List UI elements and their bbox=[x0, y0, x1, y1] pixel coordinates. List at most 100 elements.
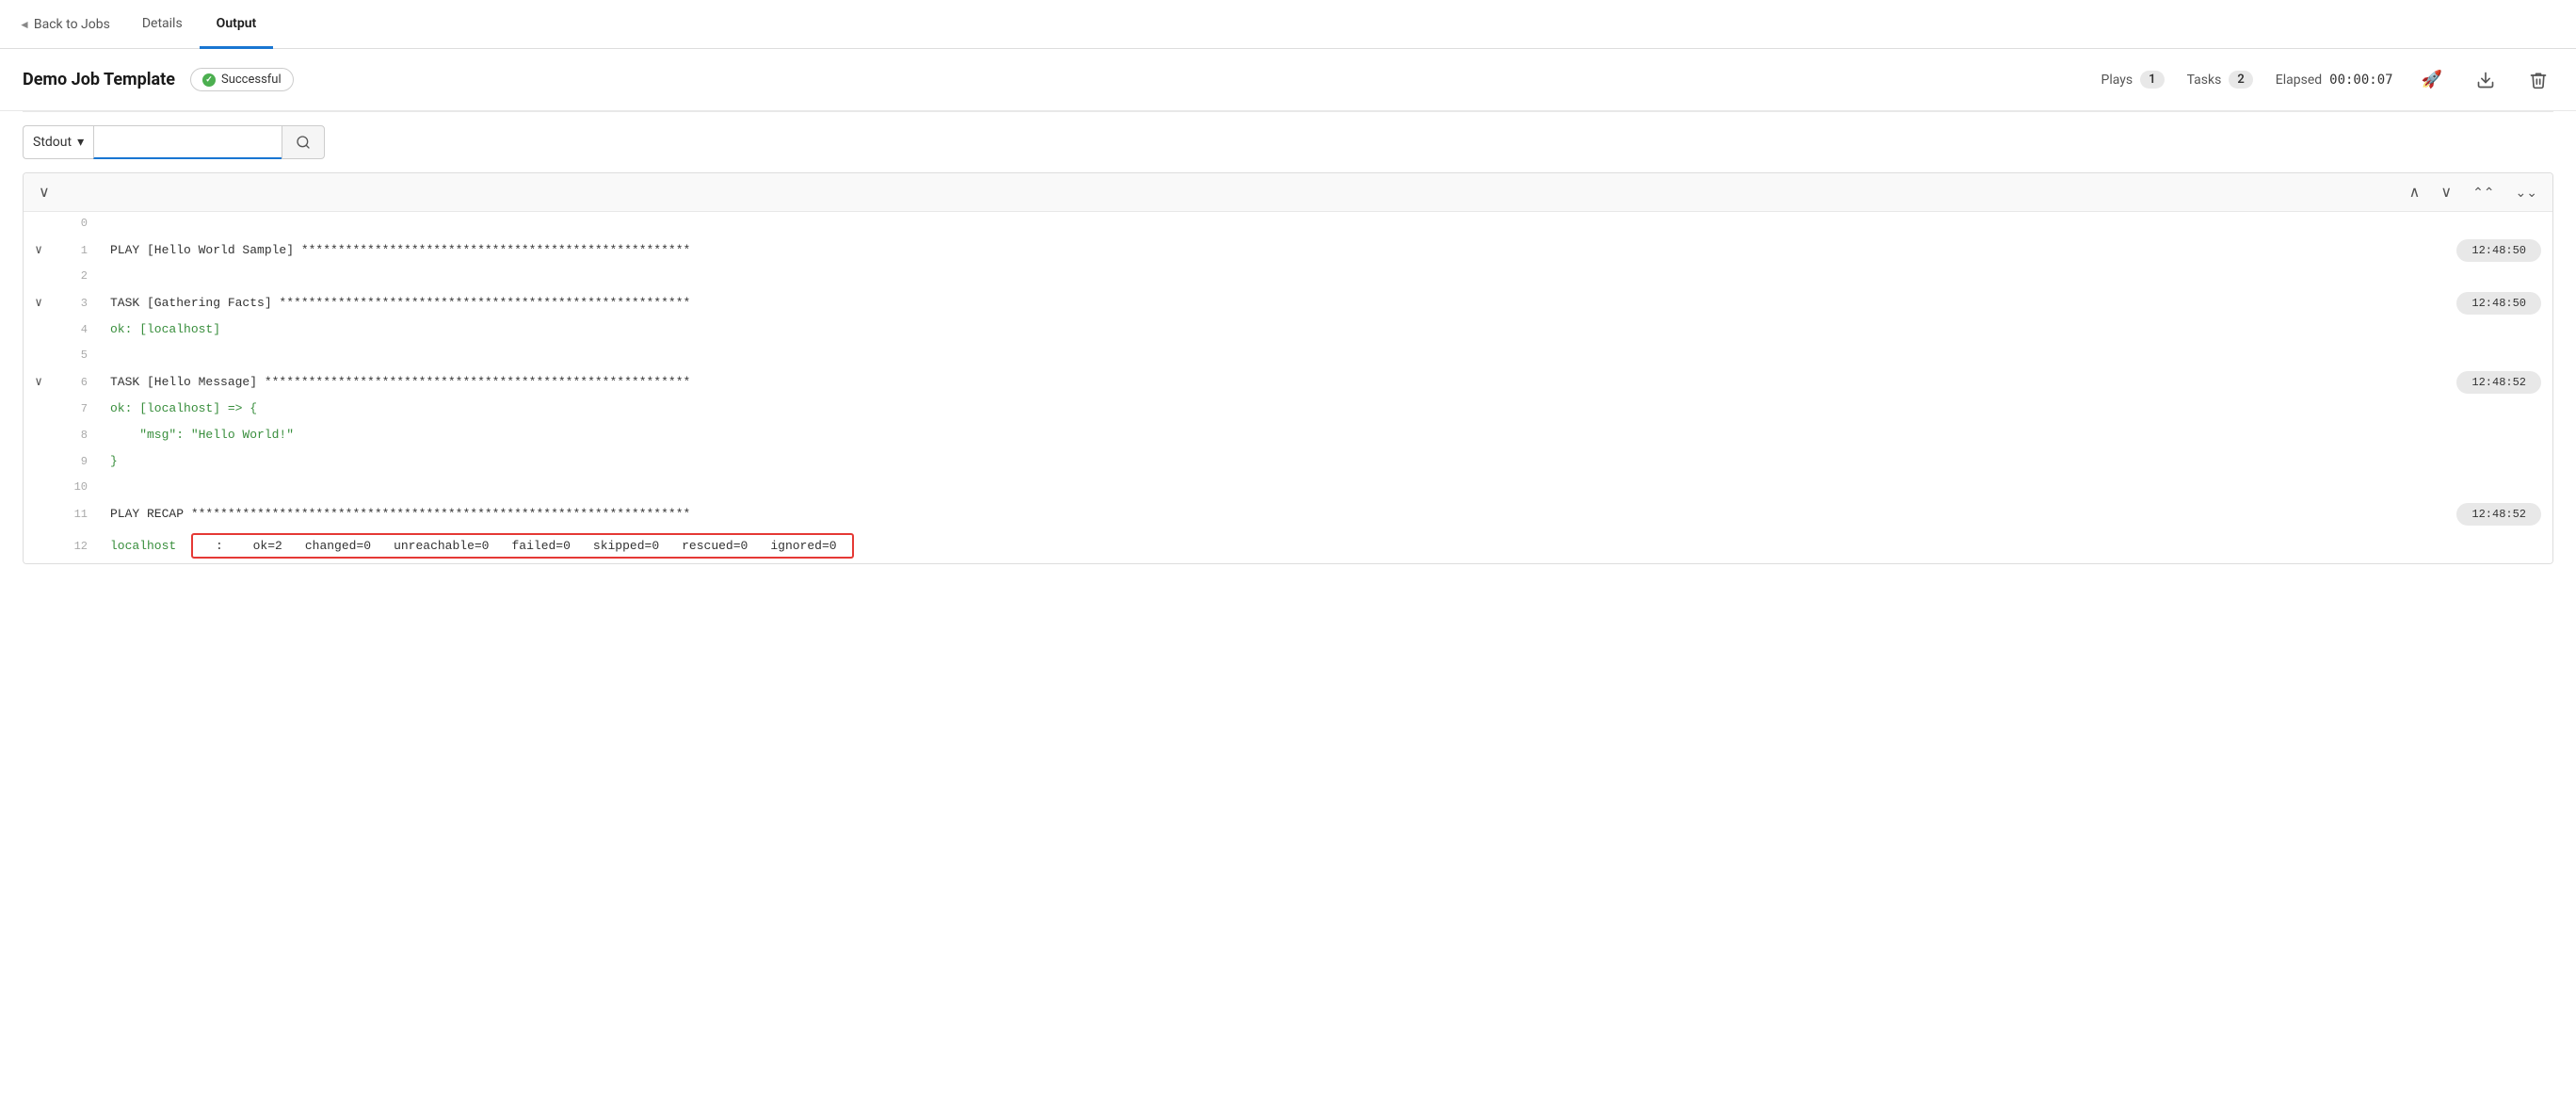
row-toggle-empty bbox=[24, 350, 54, 358]
back-to-jobs-link[interactable]: ◄ Back to Jobs bbox=[19, 0, 125, 48]
table-row: 12localhost : ok=2changed=0unreachable=0… bbox=[24, 528, 2552, 563]
plays-count: 1 bbox=[2140, 71, 2164, 89]
dropdown-arrow-icon: ▾ bbox=[77, 135, 84, 150]
row-timestamp: 12:48:52 bbox=[2456, 503, 2541, 526]
row-number: 9 bbox=[54, 450, 103, 473]
row-number: 8 bbox=[54, 424, 103, 446]
table-row: 9} bbox=[24, 449, 2552, 476]
row-content: TASK [Hello Message] *******************… bbox=[103, 370, 2456, 394]
stat-item-changed: changed=0 bbox=[305, 539, 371, 553]
row-content bbox=[103, 349, 2552, 358]
stdout-select[interactable]: Stdout ▾ bbox=[23, 125, 93, 159]
row-number: 7 bbox=[54, 397, 103, 420]
row-content: ok: [localhost] => { bbox=[103, 397, 2552, 420]
row-toggle-empty bbox=[24, 510, 54, 517]
table-row: ∨3TASK [Gathering Facts] ***************… bbox=[24, 291, 2552, 317]
row-toggle-empty bbox=[24, 430, 54, 438]
row-content: } bbox=[103, 449, 2552, 473]
status-label: Successful bbox=[221, 73, 282, 87]
row-toggle-empty bbox=[24, 325, 54, 332]
scroll-bottom-button[interactable]: ⌄⌄ bbox=[2510, 181, 2543, 204]
top-navigation: ◄ Back to Jobs Details Output bbox=[0, 0, 2576, 49]
output-lines: 0∨1PLAY [Hello World Sample] ***********… bbox=[24, 212, 2552, 563]
status-success-icon bbox=[202, 73, 216, 87]
row-number: 12 bbox=[54, 535, 103, 558]
row-toggle-button[interactable]: ∨ bbox=[24, 292, 54, 314]
collapse-all-button[interactable]: ∨ bbox=[33, 179, 56, 205]
row-toggle-empty bbox=[24, 404, 54, 412]
stat-item-skipped: skipped=0 bbox=[593, 539, 659, 553]
table-row: 8 "msg": "Hello World!" bbox=[24, 423, 2552, 449]
row-toggle-button[interactable]: ∨ bbox=[24, 239, 54, 261]
row-toggle-empty bbox=[24, 482, 54, 490]
table-row: 2 bbox=[24, 265, 2552, 291]
elapsed-label: Elapsed bbox=[2276, 73, 2322, 88]
row-number: 1 bbox=[54, 239, 103, 262]
row-toggle-empty bbox=[24, 542, 54, 549]
output-toolbar: ∨ ∧ ∨ ⌃⌃ ⌄⌄ bbox=[24, 173, 2552, 212]
plays-label: Plays bbox=[2101, 73, 2133, 88]
stat-item-ignored: ignored=0 bbox=[770, 539, 836, 553]
table-row: ∨6TASK [Hello Message] *****************… bbox=[24, 370, 2552, 397]
row-content: TASK [Gathering Facts] *****************… bbox=[103, 291, 2456, 315]
row-number: 4 bbox=[54, 318, 103, 341]
row-toggle-empty bbox=[24, 457, 54, 464]
row-content: PLAY RECAP *****************************… bbox=[103, 502, 2456, 526]
scroll-top-button[interactable]: ⌃⌃ bbox=[2467, 181, 2500, 204]
row-content bbox=[103, 480, 2552, 490]
recap-host: localhost bbox=[110, 539, 176, 553]
row-timestamp: 12:48:50 bbox=[2456, 239, 2541, 262]
table-row: ∨1PLAY [Hello World Sample] ************… bbox=[24, 238, 2552, 265]
row-number: 3 bbox=[54, 292, 103, 315]
row-content: "msg": "Hello World!" bbox=[103, 423, 2552, 446]
table-row: 11PLAY RECAP ***************************… bbox=[24, 502, 2552, 528]
stdout-select-label: Stdout bbox=[33, 135, 72, 150]
row-toggle-empty bbox=[24, 271, 54, 279]
row-number: 6 bbox=[54, 371, 103, 394]
elapsed-value: 00:00:07 bbox=[2329, 73, 2392, 88]
row-number: 5 bbox=[54, 344, 103, 366]
row-timestamp: 12:48:52 bbox=[2456, 371, 2541, 394]
search-input[interactable] bbox=[93, 125, 282, 159]
table-row: 7ok: [localhost] => { bbox=[24, 397, 2552, 423]
stat-item-failed: failed=0 bbox=[511, 539, 570, 553]
table-row: 4ok: [localhost] bbox=[24, 317, 2552, 344]
status-badge: Successful bbox=[190, 68, 294, 91]
row-toggle-empty bbox=[24, 219, 54, 226]
scroll-down-button[interactable]: ∨ bbox=[2435, 179, 2457, 205]
tasks-label: Tasks bbox=[2187, 73, 2222, 88]
job-header: Demo Job Template Successful Plays 1 Tas… bbox=[0, 49, 2576, 111]
stat-item-unreachable: unreachable=0 bbox=[394, 539, 489, 553]
tab-details[interactable]: Details bbox=[125, 1, 200, 49]
row-content: PLAY [Hello World Sample] **************… bbox=[103, 238, 2456, 262]
scroll-up-button[interactable]: ∧ bbox=[2404, 179, 2426, 205]
rocket-button[interactable]: 🚀 bbox=[2416, 64, 2448, 95]
table-row: 0 bbox=[24, 212, 2552, 238]
stat-item-rescued: rescued=0 bbox=[682, 539, 748, 553]
row-content bbox=[103, 269, 2552, 279]
filter-bar: Stdout ▾ bbox=[0, 112, 2576, 172]
table-row: 10 bbox=[24, 476, 2552, 502]
row-number: 11 bbox=[54, 503, 103, 526]
download-button[interactable] bbox=[2471, 65, 2501, 95]
job-title: Demo Job Template bbox=[23, 70, 175, 89]
output-container: ∨ ∧ ∨ ⌃⌃ ⌄⌄ 0∨1PLAY [Hello World Sample]… bbox=[23, 172, 2553, 564]
row-content: ok: [localhost] bbox=[103, 317, 2552, 341]
row-content bbox=[103, 217, 2552, 226]
delete-button[interactable] bbox=[2523, 65, 2553, 95]
row-timestamp: 12:48:50 bbox=[2456, 292, 2541, 315]
elapsed-meta: Elapsed 00:00:07 bbox=[2276, 73, 2393, 88]
table-row: 5 bbox=[24, 344, 2552, 370]
back-label: Back to Jobs bbox=[34, 17, 110, 32]
header-meta: Plays 1 Tasks 2 Elapsed 00:00:07 🚀 bbox=[2101, 64, 2553, 95]
recap-stats: : ok=2changed=0unreachable=0failed=0skip… bbox=[191, 533, 853, 559]
back-chevron-icon: ◄ bbox=[19, 18, 30, 31]
row-toggle-button[interactable]: ∨ bbox=[24, 371, 54, 393]
tasks-count: 2 bbox=[2229, 71, 2252, 89]
tab-output[interactable]: Output bbox=[200, 1, 274, 49]
stat-item-ok: ok=2 bbox=[253, 539, 282, 553]
tasks-meta: Tasks 2 bbox=[2187, 71, 2253, 89]
row-number: 10 bbox=[54, 476, 103, 498]
search-button[interactable] bbox=[282, 125, 325, 159]
row-content: localhost : ok=2changed=0unreachable=0fa… bbox=[103, 528, 2552, 563]
